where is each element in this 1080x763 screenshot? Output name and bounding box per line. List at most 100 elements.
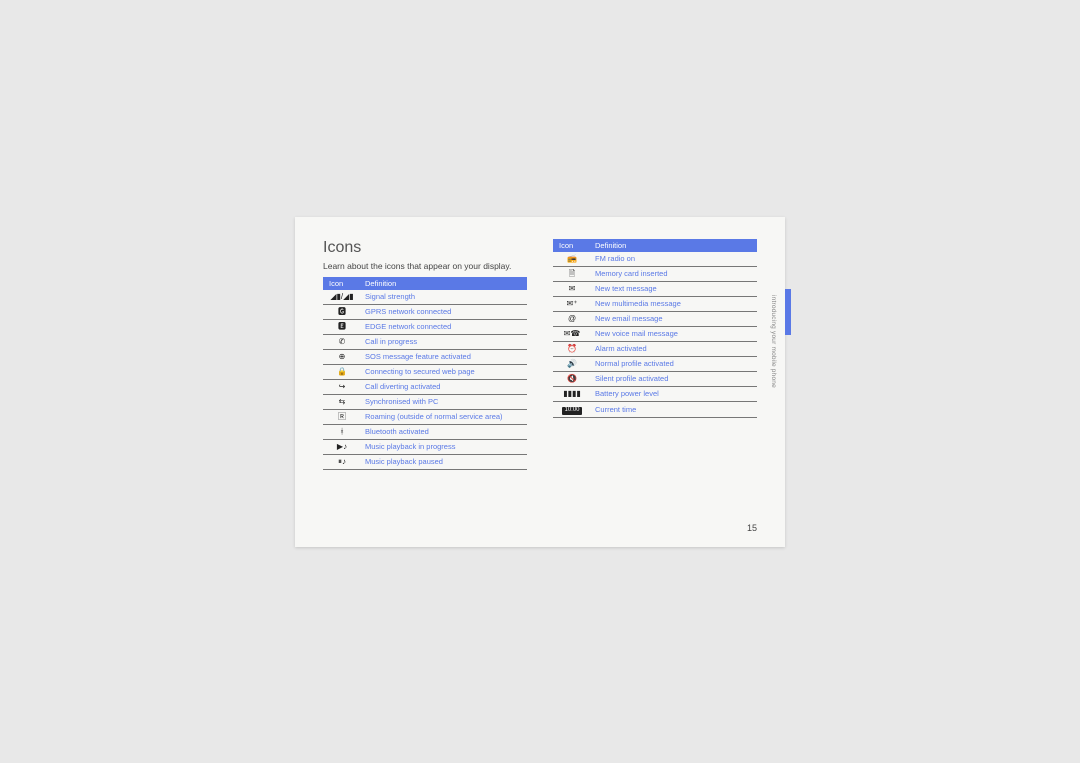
sos-icon: ⊕ xyxy=(339,353,346,361)
icon-cell: 📻 xyxy=(553,252,589,267)
th-definition: Definition xyxy=(359,277,527,290)
battery-icon: ▮▮▮▮ xyxy=(563,390,581,398)
definition-cell: Connecting to secured web page xyxy=(359,364,527,379)
right-column: Icon Definition 📻 FM radio on 🗎 Memory card… xyxy=(553,239,757,529)
table-row: ⏰ Alarm activated xyxy=(553,341,757,356)
table-row: 🅶 GPRS network connected xyxy=(323,304,527,319)
secure-icon: 🔒 xyxy=(337,368,347,376)
sync-icon: ⇆ xyxy=(339,398,346,406)
definition-cell: New multimedia message xyxy=(589,296,757,311)
definition-cell: EDGE network connected xyxy=(359,319,527,334)
definition-cell: Call in progress xyxy=(359,334,527,349)
divert-icon: ↪ xyxy=(339,383,346,391)
roaming-icon: 🅁 xyxy=(338,413,346,421)
section-subhead: Learn about the icons that appear on you… xyxy=(323,261,527,271)
table-row: 🗎 Memory card inserted xyxy=(553,266,757,281)
definition-cell: Synchronised with PC xyxy=(359,394,527,409)
definition-cell: Silent profile activated xyxy=(589,371,757,386)
icon-cell: ◢▮/◢▮ xyxy=(323,290,359,305)
definition-cell: FM radio on xyxy=(589,252,757,267)
signal-icon: ◢▮/◢▮ xyxy=(330,293,353,301)
icon-cell: ⇆ xyxy=(323,394,359,409)
icon-cell: 🅁 xyxy=(323,409,359,424)
th-icon: Icon xyxy=(323,277,359,290)
definition-cell: Battery power level xyxy=(589,386,757,401)
icon-cell: 🅴 xyxy=(323,319,359,334)
thumb-tab xyxy=(785,289,791,335)
normal-prof-icon: 🔊 xyxy=(567,360,577,368)
definition-cell: Music playback paused xyxy=(359,454,527,469)
left-column: Icons Learn about the icons that appear … xyxy=(323,239,527,529)
table-row: ▶♪ Music playback in progress xyxy=(323,439,527,454)
table-row: ◢▮/◢▮ Signal strength xyxy=(323,290,527,305)
icon-cell: ✆ xyxy=(323,334,359,349)
table-row: 🅁 Roaming (outside of normal service area… xyxy=(323,409,527,424)
table-row: ✉ New text message xyxy=(553,281,757,296)
definition-cell: Memory card inserted xyxy=(589,266,757,281)
alarm-icon: ⏰ xyxy=(567,345,577,353)
table-row: 10:00 Current time xyxy=(553,401,757,418)
definition-cell: Call diverting activated xyxy=(359,379,527,394)
definition-cell: Alarm activated xyxy=(589,341,757,356)
icon-cell: ⏰ xyxy=(553,341,589,356)
time-icon: 10:00 xyxy=(562,407,581,415)
definition-cell: Normal profile activated xyxy=(589,356,757,371)
memory-icon: 🗎 xyxy=(569,270,575,278)
text-msg-icon: ✉ xyxy=(569,285,576,293)
icon-cell: 🔊 xyxy=(553,356,589,371)
email-icon: @ xyxy=(568,315,576,323)
voicemail-icon: ✉☎ xyxy=(564,330,581,338)
edge-icon: 🅴 xyxy=(338,323,346,331)
definition-cell: GPRS network connected xyxy=(359,304,527,319)
definition-cell: Bluetooth activated xyxy=(359,424,527,439)
radio-icon: 📻 xyxy=(567,255,577,263)
definition-cell: Music playback in progress xyxy=(359,439,527,454)
table-row: ✉⁺ New multimedia message xyxy=(553,296,757,311)
gprs-icon: 🅶 xyxy=(338,308,346,316)
icon-cell: ✉ xyxy=(553,281,589,296)
mms-icon: ✉⁺ xyxy=(567,300,578,308)
call-icon: ✆ xyxy=(339,338,346,346)
left-icon-table: Icon Definition ◢▮/◢▮ Signal strength 🅶 GPR… xyxy=(323,277,527,470)
table-row: ⇆ Synchronised with PC xyxy=(323,394,527,409)
th-definition: Definition xyxy=(589,239,757,252)
icon-cell: @ xyxy=(553,311,589,326)
table-row: ▮▮▮▮ Battery power level xyxy=(553,386,757,401)
icon-cell: ↪ xyxy=(323,379,359,394)
th-icon: Icon xyxy=(553,239,589,252)
icon-cell: ⊕ xyxy=(323,349,359,364)
icon-cell: ✉⁺ xyxy=(553,296,589,311)
music-pause-icon: ⏸♪ xyxy=(338,458,346,466)
section-heading: Icons xyxy=(323,239,527,257)
definition-cell: New email message xyxy=(589,311,757,326)
right-icon-table: Icon Definition 📻 FM radio on 🗎 Memory card… xyxy=(553,239,757,419)
icon-cell: ⏸♪ xyxy=(323,454,359,469)
icon-cell: 🅶 xyxy=(323,304,359,319)
table-row: ⏸♪ Music playback paused xyxy=(323,454,527,469)
table-row: 🔒 Connecting to secured web page xyxy=(323,364,527,379)
table-row: ✉☎New voice mail message xyxy=(553,326,757,341)
icon-cell: 10:00 xyxy=(553,401,589,418)
silent-prof-icon: 🔇 xyxy=(567,375,577,383)
page-number: 15 xyxy=(747,523,757,533)
definition-cell: Current time xyxy=(589,401,757,418)
table-row: 🔊 Normal profile activated xyxy=(553,356,757,371)
table-row: ✆ Call in progress xyxy=(323,334,527,349)
icon-cell: 🔇 xyxy=(553,371,589,386)
manual-page: Icons Learn about the icons that appear … xyxy=(295,217,785,547)
icon-cell: ✉☎ xyxy=(553,326,589,341)
table-row: @ New email message xyxy=(553,311,757,326)
definition-cell: Roaming (outside of normal service area) xyxy=(359,409,527,424)
table-row: ⊕ SOS message feature activated xyxy=(323,349,527,364)
icon-cell: ▶♪ xyxy=(323,439,359,454)
icon-cell: 🗎 xyxy=(553,266,589,281)
definition-cell: SOS message feature activated xyxy=(359,349,527,364)
definition-cell: Signal strength xyxy=(359,290,527,305)
icon-cell: 🔒 xyxy=(323,364,359,379)
table-row: ↪ Call diverting activated xyxy=(323,379,527,394)
music-play-icon: ▶♪ xyxy=(337,443,347,451)
side-label: introducing your mobile phone xyxy=(770,295,777,388)
definition-cell: New text message xyxy=(589,281,757,296)
table-row: 📻 FM radio on xyxy=(553,252,757,267)
table-row: ᚼBluetooth activated xyxy=(323,424,527,439)
